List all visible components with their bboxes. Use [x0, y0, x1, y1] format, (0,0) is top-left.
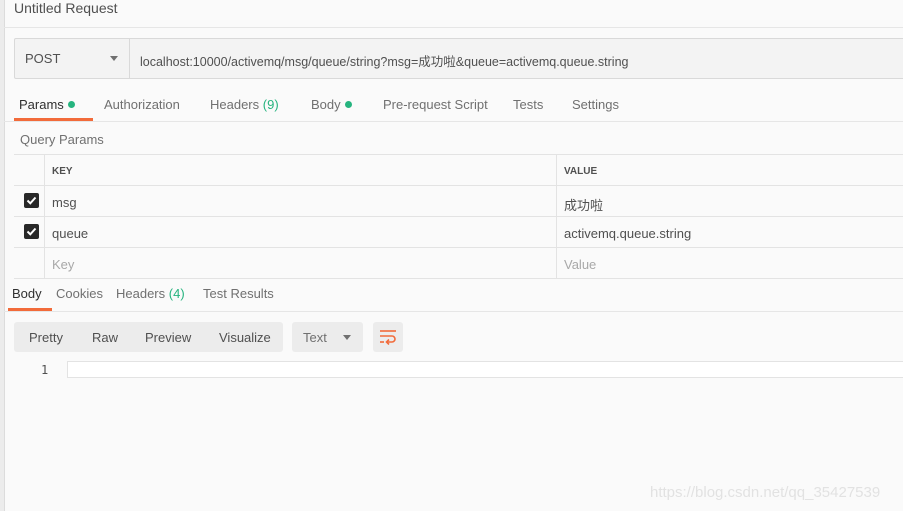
format-label: Text [303, 330, 327, 345]
preview-button[interactable]: Preview [145, 330, 191, 345]
param-checkbox[interactable] [24, 193, 39, 208]
tab-cookies[interactable]: Cookies [56, 286, 103, 301]
tab-params-label: Params [19, 97, 64, 112]
tab-authorization-label: Authorization [104, 97, 180, 112]
tab-settings[interactable]: Settings [572, 97, 619, 112]
param-value: 成功啦 [564, 198, 604, 213]
wrap-lines-button[interactable] [373, 322, 403, 352]
checkmark-icon [26, 196, 37, 205]
wrap-lines-icon [380, 330, 396, 345]
tab-params[interactable]: Params [19, 97, 75, 112]
checkmark-icon [26, 227, 37, 236]
tab-body[interactable]: Body [311, 97, 352, 112]
body-indicator-dot [344, 101, 352, 108]
tab-headers-label: Headers [210, 97, 260, 112]
param-key: queue [52, 226, 89, 241]
line-number: 1 [41, 363, 49, 377]
row-check-cell [14, 248, 45, 278]
query-params-table: KEY VALUE msg 成功啦 queue activemq.queue.s… [14, 154, 903, 279]
table-row: msg 成功啦 [14, 186, 903, 217]
tab-body-label: Body [311, 97, 341, 112]
param-key-cell[interactable]: queue [45, 217, 557, 247]
tab-cookies-label: Cookies [56, 286, 103, 301]
active-response-tab-indicator [8, 308, 52, 311]
param-checkbox[interactable] [24, 224, 39, 239]
param-value-cell[interactable]: 成功啦 [557, 186, 903, 216]
chevron-down-icon [343, 335, 351, 340]
watermark: https://blog.csdn.net/qq_35427539 [650, 484, 881, 501]
params-indicator-dot [67, 101, 75, 108]
tab-authorization[interactable]: Authorization [104, 97, 180, 112]
response-headers-count: (4) [168, 286, 185, 301]
request-tabs: Params Authorization Headers (9) Body Pr… [4, 90, 903, 122]
url-bar: POST localhost:10000/activemq/msg/queue/… [14, 38, 903, 79]
param-value: activemq.queue.string [564, 226, 692, 241]
response-editor[interactable]: 1 [14, 361, 903, 379]
new-value-input[interactable]: Value [557, 248, 903, 278]
tab-response-headers[interactable]: Headers (4) [116, 286, 185, 301]
tab-settings-label: Settings [572, 97, 619, 112]
tab-response-body[interactable]: Body [12, 286, 42, 301]
response-tabs: Body Cookies Headers (4) Test Results [4, 279, 903, 312]
visualize-button[interactable]: Visualize [219, 330, 271, 345]
tab-response-body-label: Body [12, 286, 42, 301]
row-check-cell [14, 186, 45, 216]
method-select[interactable]: POST [15, 39, 130, 78]
chevron-down-icon [110, 56, 118, 61]
param-value-cell[interactable]: activemq.queue.string [557, 217, 903, 247]
header-check-cell [14, 155, 45, 185]
pretty-button[interactable]: Pretty [29, 330, 63, 345]
format-select[interactable]: Text [292, 322, 363, 352]
window-left-edge [0, 0, 5, 511]
request-title[interactable]: Untitled Request [14, 0, 118, 16]
url-input[interactable]: localhost:10000/activemq/msg/queue/strin… [140, 51, 628, 70]
key-placeholder: Key [52, 257, 75, 272]
tab-tests-label: Tests [513, 97, 544, 112]
request-title-bar: Untitled Request [4, 0, 903, 28]
active-tab-indicator [14, 118, 93, 121]
value-column-header: VALUE [557, 155, 903, 185]
param-key-cell[interactable]: msg [45, 186, 557, 216]
editor-line[interactable] [67, 361, 903, 378]
row-check-cell [14, 217, 45, 247]
tab-test-results-label: Test Results [203, 286, 274, 301]
table-header-row: KEY VALUE [14, 155, 903, 186]
tab-test-results[interactable]: Test Results [203, 286, 274, 301]
view-mode-selector: Pretty Raw Preview Visualize [14, 322, 283, 352]
param-key: msg [52, 195, 77, 210]
query-params-title: Query Params [20, 132, 104, 147]
raw-button[interactable]: Raw [92, 330, 118, 345]
tab-pre-request-script-label: Pre-request Script [383, 97, 488, 112]
new-key-input[interactable]: Key [45, 248, 557, 278]
value-placeholder: Value [564, 257, 597, 272]
headers-count: (9) [262, 97, 279, 112]
table-row: queue activemq.queue.string [14, 217, 903, 248]
method-label: POST [25, 51, 61, 66]
tab-pre-request-script[interactable]: Pre-request Script [383, 97, 488, 112]
key-column-header: KEY [45, 155, 557, 185]
tab-headers[interactable]: Headers (9) [210, 97, 279, 112]
value-column-label: VALUE [564, 166, 598, 177]
new-param-row: Key Value [14, 248, 903, 279]
tab-response-headers-label: Headers [116, 286, 166, 301]
tab-tests[interactable]: Tests [513, 97, 543, 112]
key-column-label: KEY [52, 166, 73, 177]
